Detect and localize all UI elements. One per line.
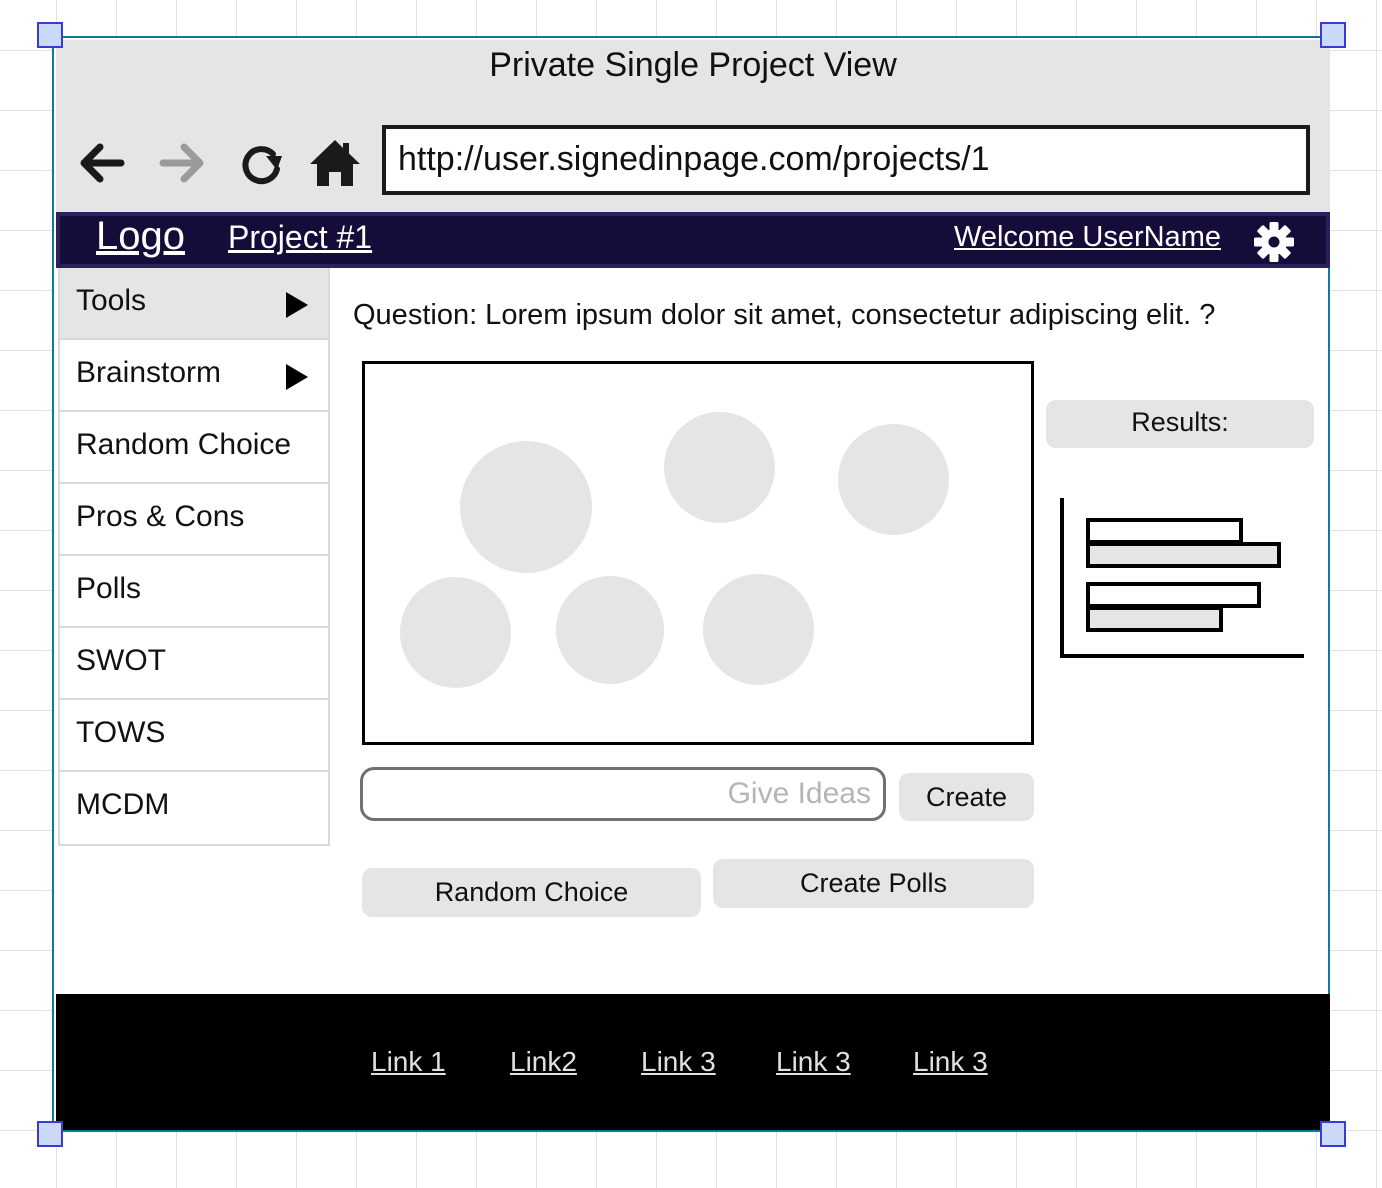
ideas-board[interactable] xyxy=(362,361,1034,745)
tools-sidebar: Tools Brainstorm Random Choice Pros & Co… xyxy=(58,268,330,846)
selection-handle[interactable] xyxy=(1320,1121,1346,1147)
logo-link[interactable]: Logo xyxy=(96,214,185,259)
selection-handle[interactable] xyxy=(1320,22,1346,48)
submenu-arrow-icon xyxy=(286,364,308,390)
submenu-arrow-icon xyxy=(286,292,308,318)
create-button[interactable]: Create xyxy=(899,773,1034,821)
browser-chrome: Private Single Project View http://user.… xyxy=(56,40,1330,212)
project-link[interactable]: Project #1 xyxy=(228,219,372,256)
results-label: Results: xyxy=(1046,400,1314,448)
sidebar-item-tows[interactable]: TOWS xyxy=(60,700,328,772)
sidebar-item-polls[interactable]: Polls xyxy=(60,556,328,628)
sidebar-item-label: Pros & Cons xyxy=(76,500,245,533)
sidebar-item-label: Polls xyxy=(76,572,142,605)
random-choice-button[interactable]: Random Choice xyxy=(362,868,701,917)
idea-bubble[interactable] xyxy=(400,577,511,688)
footer-link-1[interactable]: Link 1 xyxy=(371,1046,446,1078)
give-ideas-input[interactable] xyxy=(360,767,886,821)
footer-link-2[interactable]: Link2 xyxy=(510,1046,577,1078)
selection-handle[interactable] xyxy=(37,1121,63,1147)
idea-bubble[interactable] xyxy=(460,441,592,573)
sidebar-item-label: Random Choice xyxy=(76,428,292,461)
welcome-user-link[interactable]: Welcome UserName xyxy=(954,221,1221,254)
sidebar-item-label: Tools xyxy=(76,284,147,317)
reload-icon[interactable] xyxy=(234,136,288,190)
address-bar[interactable]: http://user.signedinpage.com/projects/1 xyxy=(382,125,1310,195)
sidebar-item-pros-cons[interactable]: Pros & Cons xyxy=(60,484,328,556)
idea-bubble[interactable] xyxy=(703,574,814,685)
sidebar-item-mcdm[interactable]: MCDM xyxy=(60,772,328,844)
gear-icon[interactable] xyxy=(1252,220,1296,264)
sidebar-item-tools[interactable]: Tools xyxy=(60,268,328,340)
back-arrow-icon[interactable] xyxy=(74,136,128,190)
sidebar-item-label: TOWS xyxy=(76,716,166,749)
top-navigation-bar: Logo Project #1 Welcome UserName xyxy=(56,212,1330,268)
idea-bubble[interactable] xyxy=(838,424,949,535)
bar-chart-icon xyxy=(1060,498,1304,658)
home-icon[interactable] xyxy=(308,136,362,190)
sidebar-item-swot[interactable]: SWOT xyxy=(60,628,328,700)
idea-bubble[interactable] xyxy=(664,412,775,523)
footer-link-5[interactable]: Link 3 xyxy=(913,1046,988,1078)
idea-bubble[interactable] xyxy=(556,576,664,684)
sidebar-item-random-choice[interactable]: Random Choice xyxy=(60,412,328,484)
sidebar-item-label: SWOT xyxy=(76,644,166,677)
footer: Link 1 Link2 Link 3 Link 3 Link 3 xyxy=(56,994,1330,1130)
forward-arrow-icon[interactable] xyxy=(156,136,210,190)
sidebar-item-brainstorm[interactable]: Brainstorm xyxy=(60,340,328,412)
sidebar-item-label: MCDM xyxy=(76,788,170,821)
selection-handle[interactable] xyxy=(37,22,63,48)
question-text: Question: Lorem ipsum dolor sit amet, co… xyxy=(353,299,1216,331)
browser-window: Private Single Project View http://user.… xyxy=(52,36,1330,1132)
footer-link-4[interactable]: Link 3 xyxy=(776,1046,851,1078)
footer-link-3[interactable]: Link 3 xyxy=(641,1046,716,1078)
create-polls-button[interactable]: Create Polls xyxy=(713,859,1034,908)
window-title: Private Single Project View xyxy=(489,46,897,84)
sidebar-item-label: Brainstorm xyxy=(76,356,222,389)
